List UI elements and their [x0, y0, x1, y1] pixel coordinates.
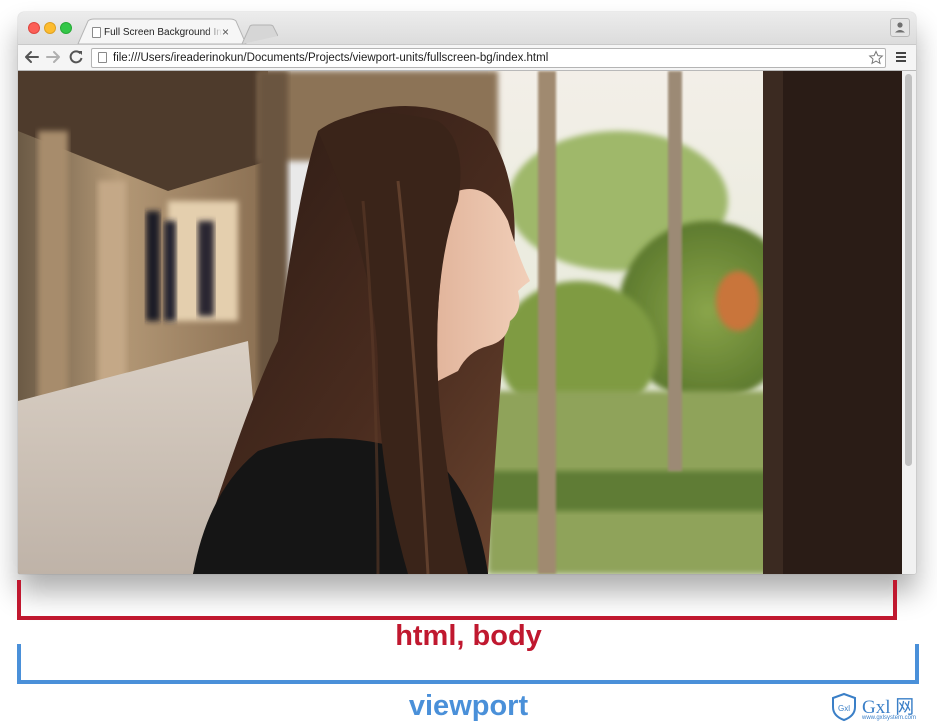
person-icon	[895, 22, 905, 33]
reload-icon[interactable]	[67, 48, 85, 66]
html-body-bracket	[17, 580, 897, 620]
fullscreen-background-image	[18, 71, 902, 574]
bookmark-star-icon[interactable]	[868, 50, 884, 66]
shield-icon: Gxl	[832, 692, 856, 722]
watermark-url: www.gxlsystem.com	[862, 715, 917, 721]
viewport-bracket	[17, 644, 919, 684]
tab-close-icon[interactable]: ×	[222, 25, 229, 39]
title-bar: Full Screen Background Im ×	[18, 12, 916, 44]
forward-arrow-icon[interactable]	[44, 48, 62, 66]
page-icon	[98, 52, 107, 63]
vertical-scrollbar[interactable]	[902, 71, 916, 574]
back-arrow-icon[interactable]	[23, 48, 41, 66]
viewport-label: viewport	[408, 690, 529, 722]
browser-window: Full Screen Background Im × file:///User…	[18, 12, 916, 574]
hamburger-menu-icon[interactable]	[895, 51, 907, 63]
watermark-logo: Gxl Gxl 网 www.gxlsystem.com	[830, 692, 930, 724]
scrollbar-thumb[interactable]	[905, 74, 912, 466]
url-text[interactable]: file:///Users/ireaderinokun/Documents/Pr…	[113, 52, 548, 64]
svg-text:Gxl: Gxl	[838, 704, 850, 713]
profile-button[interactable]	[890, 18, 910, 37]
tab-title[interactable]: Full Screen Background Im	[104, 27, 222, 41]
browser-toolbar: file:///Users/ireaderinokun/Documents/Pr…	[18, 44, 916, 71]
page-icon	[92, 27, 101, 38]
address-bar[interactable]: file:///Users/ireaderinokun/Documents/Pr…	[91, 48, 886, 68]
